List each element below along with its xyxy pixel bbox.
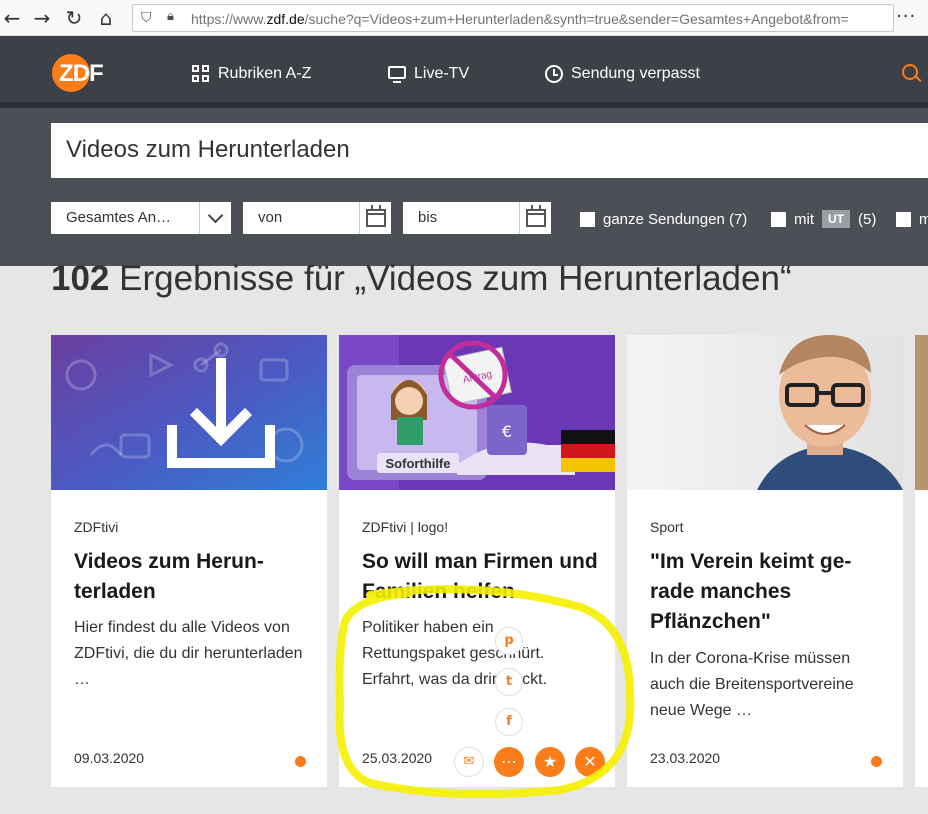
grid-icon xyxy=(192,65,210,83)
facebook-icon[interactable]: f xyxy=(495,708,523,736)
checkbox[interactable] xyxy=(580,211,595,227)
results-count: 102 xyxy=(51,259,110,298)
nav-live-tv[interactable]: Live-TV xyxy=(388,63,469,85)
sender-select[interactable]: Gesamtes An… xyxy=(51,202,231,234)
filter-label: mit xyxy=(794,210,814,228)
card-image-soforthilfe[interactable]: Soforthilfe Antrag € xyxy=(339,335,615,490)
card-image-portrait[interactable] xyxy=(627,335,903,490)
sender-select-value: Gesamtes An… xyxy=(66,209,172,226)
checkbox[interactable] xyxy=(771,211,786,227)
results-heading-text: Ergebnisse für „Videos zum Herunterladen… xyxy=(119,259,792,298)
card-teaser-line: Politiker haben ein xyxy=(362,619,494,636)
card-channel: ZDFtivi | logo! xyxy=(362,519,449,535)
filter-ganze-sendungen[interactable]: ganze Sendungen (7) xyxy=(580,209,747,229)
logo-text: ZDF xyxy=(59,60,104,87)
filter-more[interactable]: m xyxy=(896,209,928,229)
calendar-icon[interactable] xyxy=(359,202,391,234)
card-teaser-line: Erfahrt, was da drinsteckt. xyxy=(362,671,547,688)
card-channel: ZDFtivi xyxy=(74,519,119,535)
result-card[interactable]: Soforthilfe Antrag € ZDFtivi | logo! So … xyxy=(339,335,615,787)
zdf-logo[interactable]: ZDF xyxy=(52,54,122,92)
card-teaser: Politiker haben ein Rettungspaket geschn… xyxy=(362,615,598,693)
lock-icon[interactable]: 🔒︎ xyxy=(167,9,181,27)
nav-rubriken[interactable]: Rubriken A-Z xyxy=(192,63,311,85)
clock-icon xyxy=(545,65,563,83)
card-teaser: Hier findest du alle Videos von ZDFtivi,… xyxy=(74,619,303,688)
results-heading: 102 Ergebnisse für „Videos zum Herunterl… xyxy=(51,259,792,299)
search-panel: Videos zum Herunterladen Gesamtes An… vo… xyxy=(0,108,928,266)
twitter-icon[interactable]: t xyxy=(495,668,523,696)
nav-label: Sendung verpasst xyxy=(571,65,700,82)
card-channel: Sport xyxy=(650,519,684,535)
card-date: 09.03.2020 xyxy=(74,750,145,766)
url-text[interactable]: https://www.zdf.de/suche?q=Videos+zum+He… xyxy=(191,11,849,27)
reload-icon[interactable]: ↻ xyxy=(62,6,86,30)
home-icon[interactable]: ⌂ xyxy=(94,6,118,30)
card-title[interactable]: Videos zum Herun-terladen xyxy=(74,547,310,607)
checkbox[interactable] xyxy=(896,211,911,227)
card-date: 25.03.2020 xyxy=(362,750,433,766)
calendar-icon[interactable] xyxy=(519,202,551,234)
menu-dot-icon[interactable] xyxy=(295,756,306,767)
search-icon[interactable] xyxy=(902,64,918,80)
bookmark-star-icon[interactable]: ★ xyxy=(535,747,565,777)
nav-label: Rubriken A-Z xyxy=(218,65,312,82)
share-icon[interactable]: ⋯ xyxy=(494,747,524,777)
image-label: Soforthilfe xyxy=(386,456,451,471)
pinterest-icon[interactable]: p xyxy=(495,627,523,655)
tv-icon xyxy=(388,66,406,83)
date-to-field[interactable]: bis xyxy=(403,202,551,234)
back-icon[interactable]: ← xyxy=(0,6,24,30)
page-actions-icon[interactable]: ··· xyxy=(896,6,916,27)
date-from-placeholder: von xyxy=(258,209,283,226)
forward-icon[interactable]: → xyxy=(30,6,54,30)
close-icon[interactable]: ✕ xyxy=(575,747,605,777)
search-input[interactable]: Videos zum Herunterladen xyxy=(51,123,928,178)
result-card-partial[interactable] xyxy=(915,335,928,787)
nav-label: Live-TV xyxy=(414,65,470,82)
filter-label: ganze Sendungen (7) xyxy=(603,210,748,228)
menu-dot-icon[interactable] xyxy=(871,756,882,767)
card-image-download[interactable] xyxy=(51,335,327,490)
browser-toolbar: ← → ↻ ⌂ ⛉ 🔒︎ https://www.zdf.de/suche?q=… xyxy=(0,0,928,36)
result-card[interactable]: Sport "Im Verein keimt ge-rade manches P… xyxy=(627,335,903,787)
svg-text:€: € xyxy=(502,422,512,441)
address-bar[interactable]: ⛉ 🔒︎ https://www.zdf.de/suche?q=Videos+z… xyxy=(132,4,894,32)
card-date: 23.03.2020 xyxy=(650,750,721,766)
card-teaser-line: Rettungspaket geschnürt. xyxy=(362,645,545,662)
date-to-placeholder: bis xyxy=(418,209,438,226)
site-header: ZDF Rubriken A-Z Live-TV Sendung verpass… xyxy=(0,36,928,108)
date-from-field[interactable]: von xyxy=(243,202,391,234)
filter-untertitel[interactable]: mit UT (5) xyxy=(771,209,876,229)
result-card[interactable]: ZDFtivi Videos zum Herun-terladen Hier f… xyxy=(51,335,327,787)
filter-label: m xyxy=(919,210,928,228)
mail-icon[interactable]: ✉ xyxy=(454,747,484,777)
nav-sendung-verpasst[interactable]: Sendung verpasst xyxy=(545,63,700,85)
tracking-shield-icon[interactable]: ⛉ xyxy=(141,10,155,26)
ut-badge: UT xyxy=(822,210,850,228)
card-title[interactable]: So will man Firmen und Familien helfen xyxy=(362,547,598,607)
card-teaser: In der Corona-Krise müssen auch die Brei… xyxy=(650,650,854,719)
card-title[interactable]: "Im Verein keimt ge-rade manches Pflänzc… xyxy=(650,547,886,637)
chevron-down-icon[interactable] xyxy=(199,202,231,234)
filter-count: (5) xyxy=(858,210,877,228)
